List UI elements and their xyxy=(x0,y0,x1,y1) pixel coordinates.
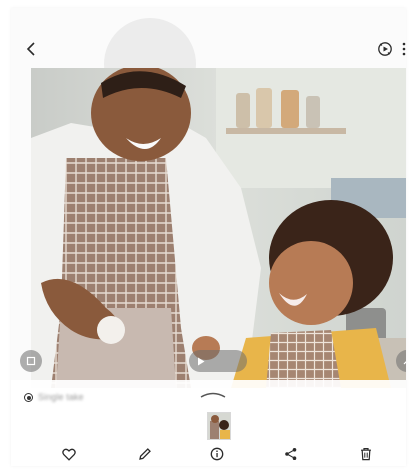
crop-button[interactable] xyxy=(20,350,42,372)
edit-button[interactable] xyxy=(135,444,155,464)
crop-icon xyxy=(26,356,36,366)
thumbnail-image xyxy=(208,413,230,439)
play-icon xyxy=(198,357,205,365)
info-button[interactable] xyxy=(207,444,227,464)
settings-icon xyxy=(403,361,406,365)
motion-photo-icon xyxy=(378,42,392,56)
delete-icon xyxy=(361,448,371,461)
single-take-label: Single take xyxy=(38,392,84,402)
heart-icon xyxy=(62,448,76,461)
share-button[interactable] xyxy=(281,444,301,464)
more-vertical-icon xyxy=(402,42,406,56)
photo-image xyxy=(31,68,406,388)
chevron-up-icon xyxy=(200,392,226,398)
back-button[interactable] xyxy=(21,38,41,60)
edit-pencil-icon xyxy=(139,448,151,460)
chevron-left-icon xyxy=(26,42,35,56)
more-options-button[interactable] xyxy=(399,39,406,59)
gallery-viewer: Single take xyxy=(11,8,406,466)
play-video-button[interactable] xyxy=(189,350,247,372)
top-app-bar xyxy=(11,8,406,68)
bottom-action-bar xyxy=(11,442,406,466)
main-photo[interactable] xyxy=(31,68,406,388)
delete-button[interactable] xyxy=(356,444,376,464)
radio-selected-dot xyxy=(26,395,31,400)
drag-handle[interactable] xyxy=(197,386,229,398)
info-icon xyxy=(210,447,224,461)
share-icon xyxy=(285,448,297,460)
motion-photo-button[interactable] xyxy=(375,39,395,59)
thumbnail[interactable] xyxy=(207,412,231,440)
favorite-button[interactable] xyxy=(59,444,79,464)
single-take-radio[interactable] xyxy=(24,393,33,402)
